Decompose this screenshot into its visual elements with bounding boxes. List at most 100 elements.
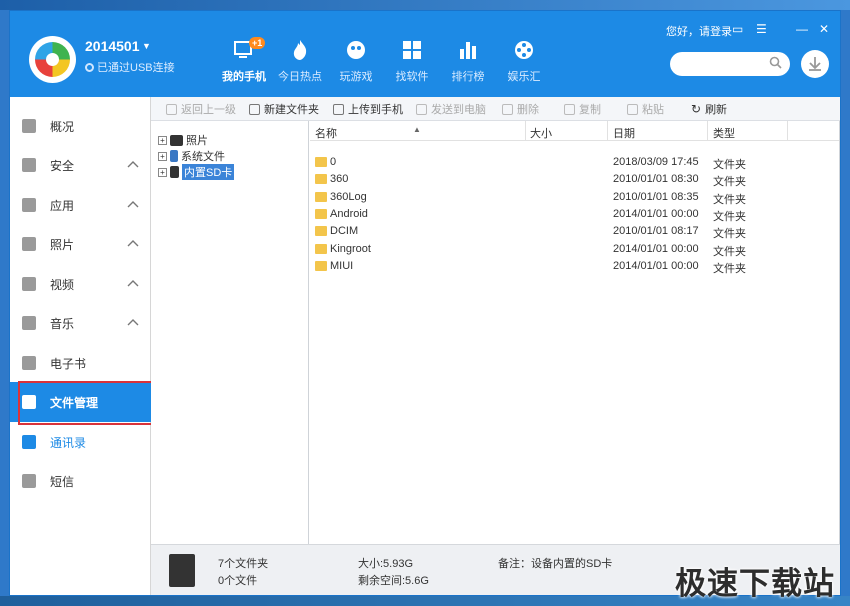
- upload-button[interactable]: 上传到手机: [333, 101, 403, 117]
- copy-button[interactable]: 复制: [564, 101, 601, 117]
- sidebar-item-security[interactable]: 安全: [10, 145, 151, 185]
- sidebar-item-file-manager[interactable]: 文件管理: [10, 382, 151, 422]
- column-divider[interactable]: [707, 121, 708, 141]
- sidebar-item-music[interactable]: 音乐: [10, 303, 151, 343]
- copy-label: 复制: [579, 104, 601, 116]
- file-type: 文件夹: [713, 176, 746, 189]
- phone-call-icon: [22, 435, 36, 449]
- folder-icon: [315, 174, 327, 185]
- search-icon[interactable]: [769, 56, 782, 69]
- search-input[interactable]: [670, 52, 790, 76]
- chevron-up-icon[interactable]: [126, 277, 140, 291]
- app-logo-icon: [35, 42, 70, 77]
- expand-icon[interactable]: +: [158, 167, 167, 177]
- file-type: 文件夹: [713, 193, 746, 206]
- message-icon: [22, 474, 36, 488]
- camera-icon: [170, 134, 183, 146]
- file-row[interactable]: Kingroot 2014/01/01 00:00 文件夹: [310, 241, 839, 258]
- tab-software[interactable]: 找软件: [384, 37, 440, 89]
- device-name[interactable]: 2014501: [85, 38, 140, 54]
- sidebar-item-sms[interactable]: 短信: [10, 461, 151, 501]
- send-to-pc-button[interactable]: 发送到电脑: [416, 101, 486, 117]
- column-size[interactable]: 大小: [530, 125, 552, 141]
- close-icon[interactable]: ✕: [819, 22, 829, 36]
- tab-entertainment[interactable]: 娱乐汇: [496, 37, 552, 89]
- sidebar-item-label: 通讯录: [50, 435, 87, 450]
- delete-button[interactable]: 删除: [502, 101, 539, 117]
- music-icon: [22, 316, 36, 330]
- tree-node-sd-card[interactable]: + 内置SD卡: [158, 164, 235, 180]
- back-button[interactable]: 返回上一级: [166, 101, 236, 117]
- sd-card-icon: [169, 554, 195, 587]
- file-row[interactable]: MIUI 2014/01/01 00:00 文件夹: [310, 258, 839, 275]
- download-button[interactable]: [801, 50, 829, 78]
- tree-node-photos[interactable]: + 照片: [158, 132, 208, 148]
- file-date: 2014/01/01 00:00: [613, 259, 699, 272]
- apps-icon: [403, 41, 421, 59]
- paste-icon: [627, 103, 638, 115]
- folder-count: 7个文件夹: [218, 558, 269, 570]
- sidebar-item-photos[interactable]: 照片: [10, 224, 151, 264]
- file-row[interactable]: 360 2010/01/01 08:30 文件夹: [310, 171, 839, 188]
- column-date[interactable]: 日期: [613, 125, 635, 141]
- phone-small-icon: [170, 150, 178, 162]
- column-name[interactable]: 名称: [315, 125, 337, 141]
- sidebar-item-label: 电子书: [50, 356, 87, 371]
- note-text: 备注：设备内置的SD卡: [498, 558, 613, 570]
- caret-down-icon[interactable]: ▼: [142, 41, 151, 51]
- shield-icon: [22, 158, 36, 172]
- file-list: ▲ 名称 大小 日期 类型 0 2018/03/09 17:45 文件夹 360 201…: [310, 121, 839, 544]
- column-type[interactable]: 类型: [713, 125, 735, 141]
- chevron-up-icon[interactable]: [126, 316, 140, 330]
- file-row[interactable]: 0 2018/03/09 17:45 文件夹: [310, 154, 839, 171]
- refresh-icon: ↻: [691, 102, 702, 116]
- expand-icon[interactable]: +: [158, 151, 167, 161]
- tree-node-label: 照片: [186, 135, 208, 147]
- folder-icon: [22, 395, 36, 409]
- sidebar-item-apps[interactable]: 应用: [10, 185, 151, 225]
- sidebar-item-videos[interactable]: 视频: [10, 264, 151, 304]
- minimize-icon[interactable]: —: [796, 22, 808, 36]
- file-row[interactable]: 360Log 2010/01/01 08:35 文件夹: [310, 189, 839, 206]
- refresh-button[interactable]: ↻ 刷新: [691, 101, 727, 117]
- expand-icon[interactable]: +: [158, 135, 167, 145]
- watermark-text: 极速下载站: [675, 566, 835, 601]
- chevron-up-icon[interactable]: [126, 198, 140, 212]
- tab-my-phone[interactable]: +1 我的手机: [216, 37, 272, 89]
- avatar[interactable]: [29, 36, 76, 83]
- sidebar-item-label: 音乐: [50, 316, 75, 331]
- back-icon: [166, 103, 177, 115]
- sidebar-item-ebooks[interactable]: 电子书: [10, 343, 151, 383]
- tab-ranking[interactable]: 排行榜: [440, 37, 496, 89]
- menu-icon[interactable]: ☰: [756, 22, 767, 36]
- chevron-up-icon[interactable]: [126, 158, 140, 172]
- file-type: 文件夹: [713, 159, 746, 171]
- tab-hot-news[interactable]: 今日热点: [272, 37, 328, 89]
- folder-icon: [315, 157, 327, 167]
- file-row[interactable]: Android 2014/01/01 00:00 文件夹: [310, 206, 839, 223]
- tab-games[interactable]: 玩游戏: [328, 37, 384, 89]
- sidebar-item-label: 安全: [50, 158, 75, 173]
- chevron-up-icon[interactable]: [126, 237, 140, 251]
- file-date: 2010/01/01 08:35: [613, 190, 699, 203]
- file-name: Kingroot: [330, 242, 371, 255]
- new-folder-icon: [249, 103, 260, 115]
- new-folder-button[interactable]: 新建文件夹: [249, 101, 319, 117]
- tab-badge: +1: [249, 37, 266, 49]
- column-divider[interactable]: [525, 121, 526, 141]
- file-type: 文件夹: [713, 210, 746, 223]
- file-date: 2014/01/01 00:00: [613, 242, 699, 255]
- book-icon: [22, 356, 36, 370]
- login-link[interactable]: 您好，请登录: [666, 23, 732, 39]
- paste-button[interactable]: 粘贴: [627, 101, 664, 117]
- column-divider[interactable]: [607, 121, 608, 141]
- folder-icon: [315, 226, 327, 237]
- file-row[interactable]: DCIM 2010/01/01 08:17 文件夹: [310, 223, 839, 240]
- tree-node-system-files[interactable]: + 系统文件: [158, 148, 225, 164]
- desktop-background: [0, 0, 850, 10]
- sidebar-item-contacts[interactable]: 通讯录: [10, 422, 151, 462]
- upload-icon: [333, 103, 344, 115]
- column-divider[interactable]: [787, 121, 788, 141]
- feedback-icon[interactable]: ▭: [732, 22, 743, 36]
- sidebar-item-overview[interactable]: 概况: [10, 106, 151, 146]
